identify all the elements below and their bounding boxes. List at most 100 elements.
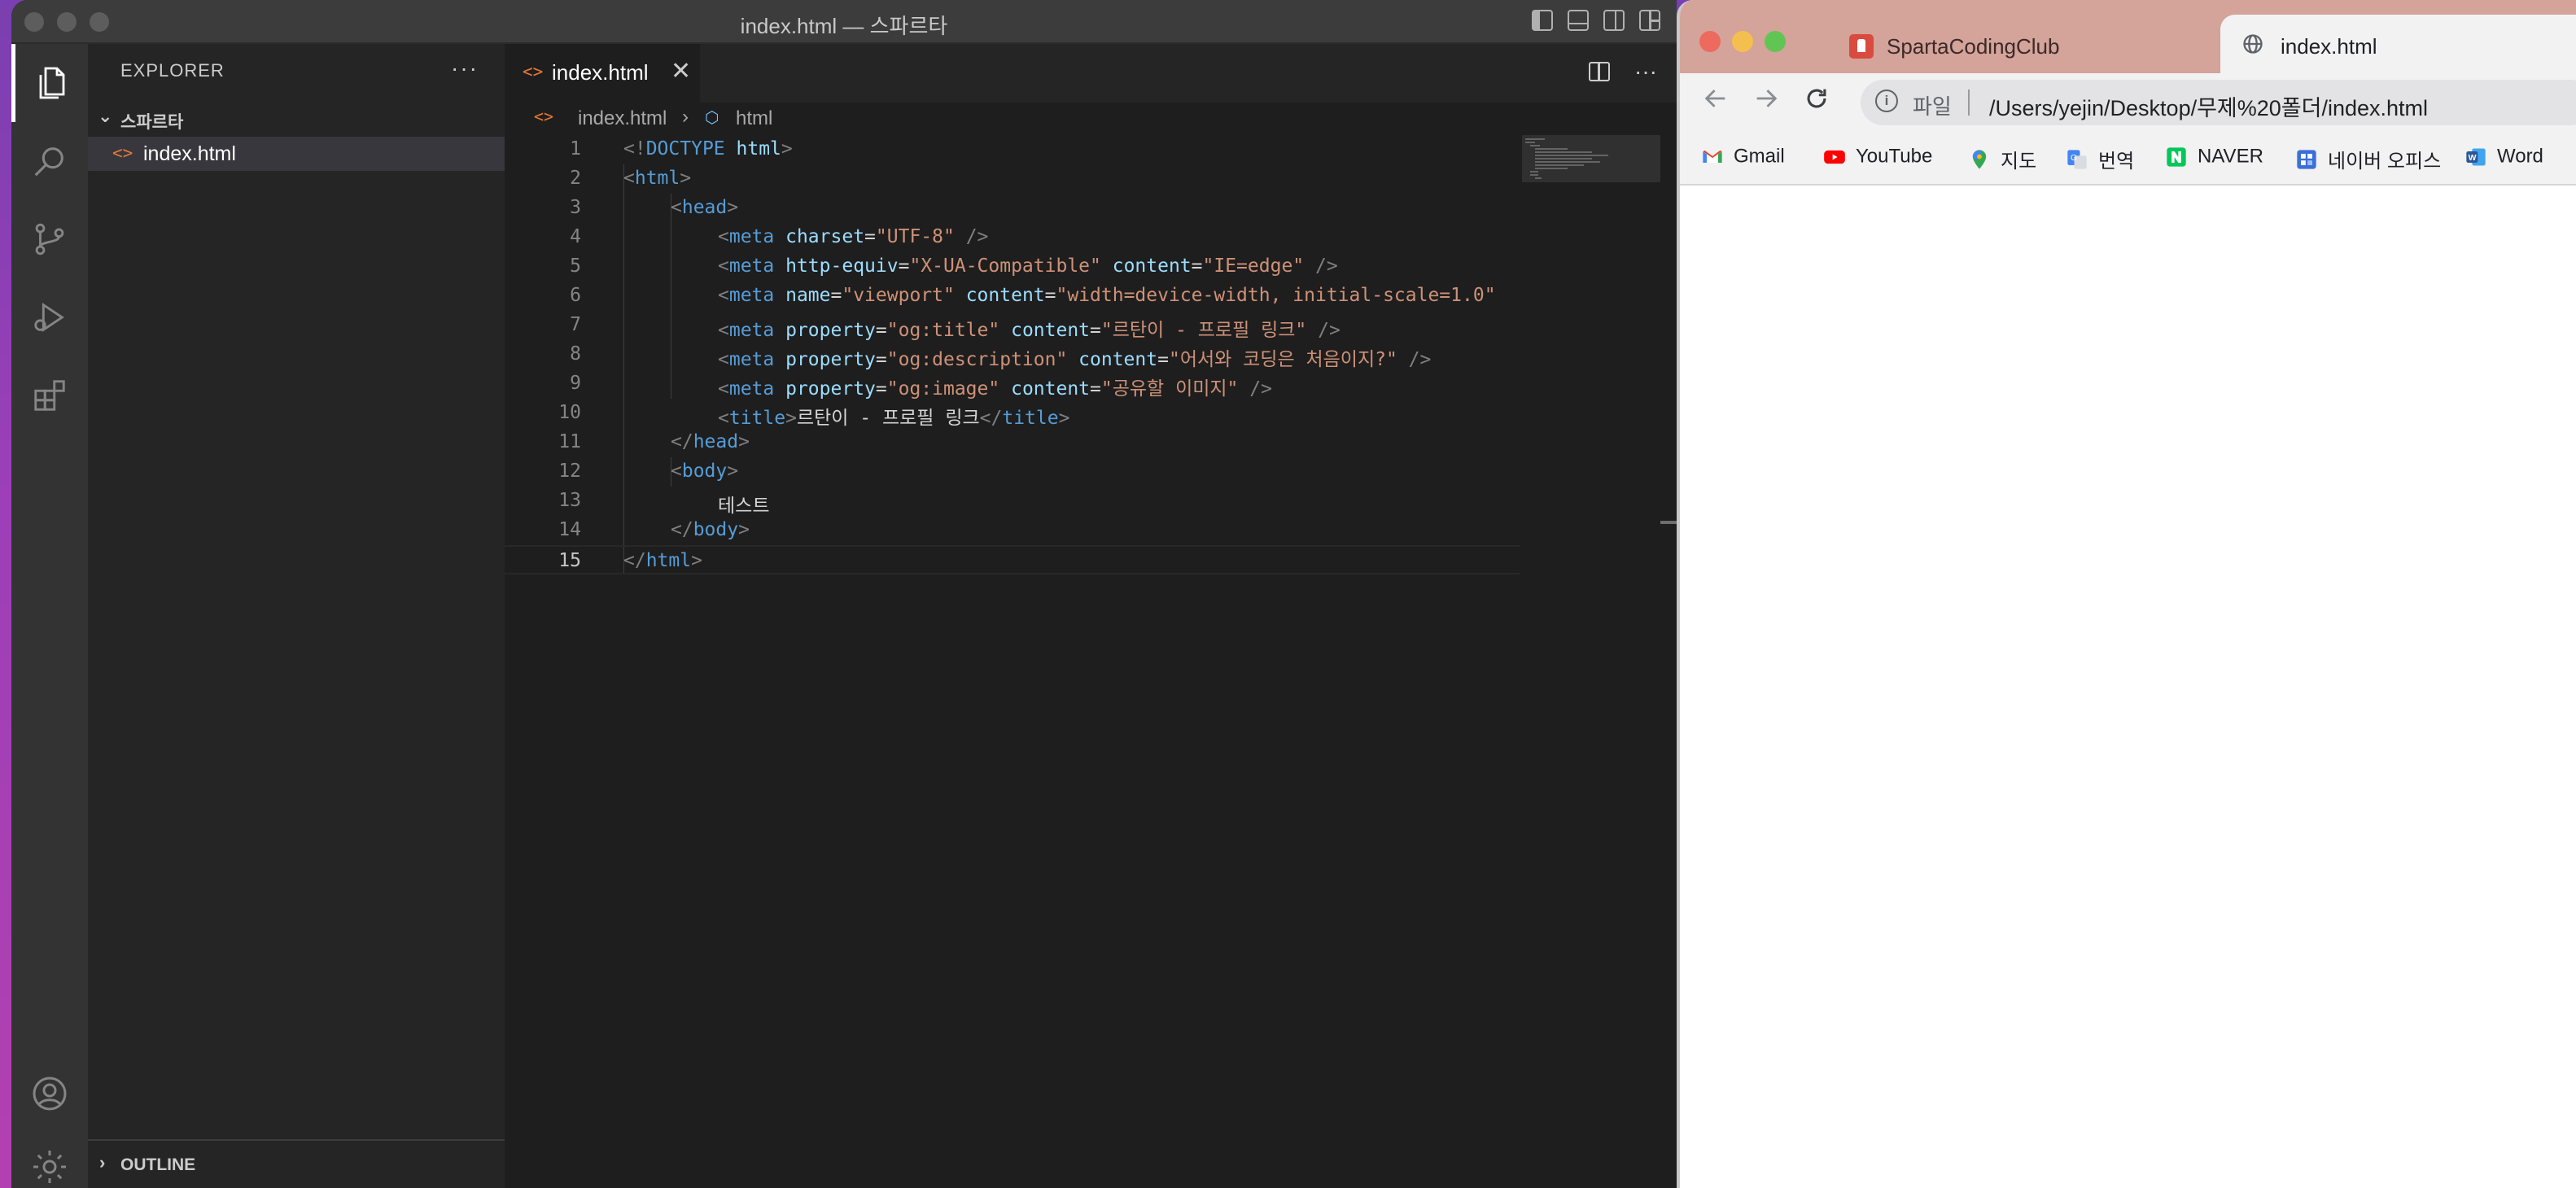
code-line: 6 <meta name="viewport" content="width=de…: [570, 285, 1496, 306]
tab-close-button[interactable]: ✕: [671, 57, 691, 85]
word-icon: W: [2466, 148, 2486, 166]
code-line: 3 <head>: [570, 197, 739, 218]
code-line: 8 <meta property="og:description" content…: [570, 343, 1432, 370]
html-file-icon: <>: [523, 62, 544, 81]
bookmark-naver[interactable]: NAVER: [2165, 145, 2263, 173]
code-line: 4 <meta charset="UTF-8" />: [570, 226, 989, 247]
address-url[interactable]: /Users/yejin/Desktop/무제%20폴더/index.html: [1989, 90, 2428, 122]
code-line: 14 </body>: [558, 519, 750, 540]
breadcrumb-file[interactable]: index.html: [578, 107, 667, 130]
browser-tab-label: index.html: [2281, 34, 2377, 59]
browser-maximize-button[interactable]: [1765, 31, 1786, 52]
browser-tab-spartacodingclub[interactable]: SpartaCodingClub ✕: [1843, 23, 2266, 72]
vscode-titlebar: index.html — 스파르타: [11, 0, 1677, 44]
bookmark-translate[interactable]: G 번역: [2066, 145, 2134, 173]
minimap[interactable]: [1522, 135, 1660, 1188]
source-control-activity-button[interactable]: [11, 200, 88, 278]
html-file-icon: <>: [112, 143, 133, 163]
account-icon: [33, 1077, 67, 1111]
source-control-icon: [35, 223, 64, 256]
site-info-icon[interactable]: i: [1875, 90, 1898, 112]
browser-window: SpartaCodingClub ✕ index.html i 파일 /User…: [1677, 0, 2576, 1188]
forward-button[interactable]: [1748, 85, 1784, 120]
code-line: 5 <meta http-equiv="X-UA-Compatible" cont…: [570, 256, 1338, 277]
browser-tab-label: SpartaCodingClub: [1887, 34, 2060, 59]
explorer-more-actions-button[interactable]: ···: [451, 55, 479, 81]
accounts-activity-button[interactable]: [11, 1055, 88, 1133]
explorer-activity-button[interactable]: [11, 44, 88, 122]
activity-bar: [11, 44, 88, 1188]
explorer-sidebar: EXPLORER ··· ⌄ 스파르타 <> index.html › OUTL…: [88, 44, 505, 1188]
naver-office-icon: [2297, 149, 2316, 169]
window-title: index.html — 스파르타: [740, 14, 948, 38]
bookmarks-bar: Gmail YouTube 지도 G 번역 NAVER 네이버 오피스 W Word: [1680, 132, 2576, 186]
breadcrumb-symbol[interactable]: html: [736, 107, 772, 130]
browser-tab-strip: SpartaCodingClub ✕ index.html: [1680, 0, 2576, 73]
outline-label: OUTLINE: [120, 1155, 196, 1174]
browser-minimize-button[interactable]: [1732, 31, 1753, 52]
html-file-icon: <>: [534, 107, 554, 126]
toggle-panel-icon[interactable]: [1568, 10, 1589, 31]
address-divider: [1968, 90, 1970, 116]
code-line: 2 <html>: [570, 168, 692, 189]
bookmark-youtube[interactable]: YouTube: [1823, 145, 1932, 173]
file-tree-item-index-html[interactable]: <> index.html: [88, 137, 505, 171]
editor-scrollbar[interactable]: [1660, 135, 1677, 1188]
code-editor[interactable]: 1 <!DOCTYPE html> 2 <html> 3 <head> 4 <meta …: [505, 135, 1520, 1188]
workspace-folder-label: 스파르타: [120, 113, 184, 132]
split-editor-icon[interactable]: [1589, 62, 1611, 81]
editor-tabs: <> index.html ✕ ···: [505, 44, 1677, 103]
extensions-activity-button[interactable]: [11, 356, 88, 435]
youtube-icon: [1824, 150, 1845, 164]
breadcrumb-separator: ›: [682, 106, 689, 128]
file-tree-item-label: index.html: [143, 142, 236, 165]
search-activity-button[interactable]: [11, 122, 88, 200]
reload-button[interactable]: [1799, 85, 1835, 120]
gmail-icon: [1703, 150, 1722, 163]
breadcrumb: <> index.html › ⬡ html: [505, 103, 1677, 135]
code-line: 7 <meta property="og:title" content="르탄이 …: [570, 314, 1340, 341]
address-bar[interactable]: i 파일 /Users/yejin/Desktop/무제%20폴더/index.…: [1861, 80, 2576, 125]
browser-tab-index-html[interactable]: index.html: [2220, 15, 2576, 73]
manage-activity-button[interactable]: [11, 1128, 88, 1188]
tab-index-html[interactable]: <> index.html ✕: [505, 44, 700, 103]
workspace-folder[interactable]: ⌄ 스파르타: [88, 103, 505, 135]
customize-layout-icon[interactable]: [1639, 10, 1660, 31]
arrow-left-icon: [1704, 90, 1725, 107]
explorer-title: EXPLORER: [120, 60, 225, 81]
extensions-icon: [34, 380, 65, 411]
code-line: 1 <!DOCTYPE html>: [570, 138, 793, 159]
scroll-position-marker: [1660, 521, 1677, 524]
run-debug-icon: [34, 302, 64, 333]
reload-icon: [1807, 89, 1826, 108]
bookmark-gmail[interactable]: Gmail: [1701, 145, 1785, 173]
code-line: 12 <body>: [558, 461, 739, 482]
globe-icon: [2243, 34, 2263, 54]
bookmark-word[interactable]: W Word: [2464, 145, 2543, 173]
back-button[interactable]: [1698, 85, 1734, 120]
bookmark-maps[interactable]: 지도: [1968, 145, 2036, 173]
code-line-current: 15 </html>: [505, 545, 1520, 574]
svg-text:W: W: [2469, 153, 2477, 163]
files-icon: [39, 67, 64, 99]
run-debug-activity-button[interactable]: [11, 278, 88, 356]
address-scheme-label: 파일: [1913, 94, 1952, 119]
code-line: 10 <title>르탄이 - 프로필 링크</title>: [558, 402, 1070, 429]
code-line: 13 테스트: [558, 490, 770, 517]
tab-label: index.html: [552, 60, 649, 85]
outline-section[interactable]: › OUTLINE: [88, 1139, 505, 1188]
translate-icon: G: [2067, 149, 2087, 169]
bookmark-naver-office[interactable]: 네이버 오피스: [2295, 145, 2441, 173]
maps-pin-icon: [1972, 149, 1987, 169]
vscode-window: index.html — 스파르타 EXPLORER ··· ⌄ 스파르타 <>…: [11, 0, 1677, 1188]
toggle-secondary-sidebar-icon[interactable]: [1603, 10, 1625, 31]
editor-more-actions-button[interactable]: ···: [1634, 59, 1657, 85]
chevron-down-icon: ⌄: [98, 106, 113, 126]
chevron-right-icon: ›: [99, 1152, 106, 1173]
browser-close-button[interactable]: [1699, 31, 1721, 52]
arrow-right-icon: [1756, 90, 1778, 107]
symbol-element-icon: ⬡: [705, 109, 719, 127]
browser-page-content[interactable]: [1680, 186, 2576, 1188]
search-icon: [34, 147, 63, 177]
toggle-primary-sidebar-icon[interactable]: [1532, 10, 1553, 31]
